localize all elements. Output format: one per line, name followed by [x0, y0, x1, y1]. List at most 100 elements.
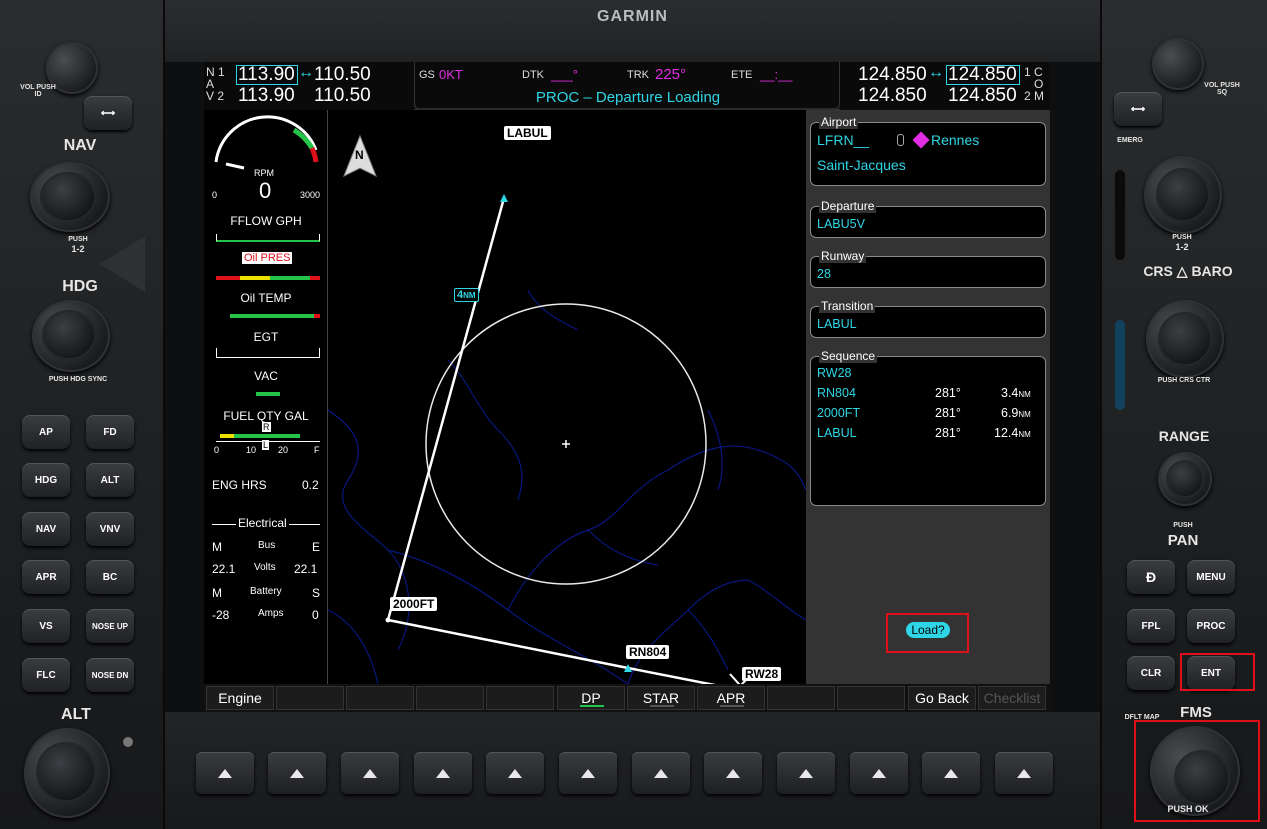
volts-m-value: 22.1 [212, 562, 236, 576]
softkey-checklist[interactable]: Checklist [978, 686, 1046, 710]
softkey-10[interactable] [837, 686, 905, 710]
hdg-knob[interactable] [32, 300, 110, 372]
alt-knob[interactable] [24, 728, 110, 818]
amps-m-value: -28 [212, 608, 230, 622]
transition-section[interactable]: Transition LABUL [810, 300, 1046, 338]
vac-label: VAC [254, 369, 278, 383]
softkey-dp[interactable]: DP [557, 686, 625, 710]
crs-baro-knob[interactable] [1146, 300, 1224, 378]
softkey-hw-9[interactable] [777, 752, 835, 794]
waypoint-rw28[interactable]: RW28 [742, 667, 782, 681]
north-indicator: N [342, 134, 378, 178]
com1-standby[interactable]: 124.850 [948, 64, 1017, 86]
com-swap-button[interactable]: ⟷ [1114, 92, 1162, 126]
fd-button[interactable]: FD [86, 415, 134, 449]
com2-standby[interactable]: 124.850 [948, 85, 1017, 107]
apr-button[interactable]: APR [22, 560, 70, 594]
nav-knob[interactable] [30, 162, 110, 232]
nose-up-button[interactable]: NOSE UP [86, 609, 134, 643]
softkey-hw-1[interactable] [196, 752, 254, 794]
sequence-section: Sequence RW28 RN804 281° 3.4NM 2000FT 28… [810, 350, 1046, 506]
softkey-hw-5[interactable] [486, 752, 544, 794]
bus-m-label: M [212, 540, 222, 554]
airport-section[interactable]: Airport LFRN__ Rennes Saint-Jacques [810, 116, 1046, 186]
ap-button[interactable]: AP [22, 415, 70, 449]
com2-active[interactable]: 124.850 [858, 85, 927, 107]
sequence-crs-3: 281° [935, 406, 961, 420]
rpm-max: 3000 [300, 190, 321, 200]
softkey-4[interactable] [416, 686, 484, 710]
menu-button[interactable]: MENU [1187, 560, 1235, 594]
runway-value[interactable]: 28 [817, 267, 831, 281]
fuel-tick-f: F [314, 445, 320, 455]
range-pan-knob[interactable] [1158, 452, 1212, 506]
nav2-standby[interactable]: 110.50 [314, 85, 371, 107]
softkey-apr-indicator [720, 705, 744, 707]
com1-active[interactable]: 124.850 [858, 64, 927, 86]
softkey-engine[interactable]: Engine [206, 686, 274, 710]
direct-to-button[interactable]: Ð [1127, 560, 1175, 594]
crs-baro-label: CRS △ BARO [1143, 263, 1233, 279]
nav-swap-button[interactable]: ⟷ [84, 96, 132, 130]
softkey-5[interactable] [486, 686, 554, 710]
proc-button[interactable]: PROC [1187, 609, 1235, 643]
softkey-hw-8[interactable] [704, 752, 762, 794]
departure-value[interactable]: LABU5V [817, 217, 865, 231]
softkey-hw-10[interactable] [850, 752, 908, 794]
garmin-logo: GARMIN [597, 8, 668, 25]
top-bezel: GARMIN [165, 0, 1100, 62]
vac-bar [216, 388, 320, 396]
vs-button[interactable]: VS [22, 609, 70, 643]
indicator-dot [123, 737, 133, 747]
waypoint-labul[interactable]: LABUL [504, 126, 551, 140]
nav1-standby[interactable]: 110.50 [314, 64, 371, 86]
flc-button[interactable]: FLC [22, 658, 70, 692]
softkey-hw-11[interactable] [922, 752, 980, 794]
softkey-3[interactable] [346, 686, 414, 710]
pan-label: PAN [1167, 532, 1199, 549]
fpl-button[interactable]: FPL [1127, 609, 1175, 643]
runway-section[interactable]: Runway 28 [810, 250, 1046, 288]
gs-label: GS [419, 69, 435, 81]
softkey-hw-6[interactable] [559, 752, 617, 794]
moving-map[interactable]: N LABUL 2000FT RN804 RW28 4NM [328, 110, 806, 684]
sequence-crs-2: 281° [935, 386, 961, 400]
softkey-go-back[interactable]: Go Back [908, 686, 976, 710]
bc-button[interactable]: BC [86, 560, 134, 594]
softkey-hw-7[interactable] [632, 752, 690, 794]
waypoint-rn804[interactable]: RN804 [626, 645, 670, 659]
softkey-9[interactable] [767, 686, 835, 710]
waypoint-2000ft[interactable]: 2000FT [390, 597, 438, 611]
ap-nav-button[interactable]: NAV [22, 512, 70, 546]
sequence-wpt-1: RW28 [817, 366, 852, 380]
clr-button[interactable]: CLR [1127, 656, 1175, 690]
right-slot-indicator [1115, 170, 1125, 260]
fflow-bar [216, 234, 320, 242]
softkey-hw-12[interactable] [995, 752, 1053, 794]
electrical-label: Electrical [236, 516, 289, 530]
softkey-2[interactable] [276, 686, 344, 710]
softkey-dp-label: DP [581, 690, 601, 706]
com-knob[interactable] [1144, 156, 1222, 234]
airport-ident[interactable]: LFRN__ [817, 132, 869, 148]
ap-alt-button[interactable]: ALT [86, 463, 134, 497]
softkey-hw-3[interactable] [341, 752, 399, 794]
nose-dn-button[interactable]: NOSE DN [86, 658, 134, 692]
vol-knob-right[interactable] [1152, 38, 1204, 90]
transition-value[interactable]: LABUL [817, 317, 857, 331]
fuel-tick-10: 10 [246, 445, 257, 455]
departure-section[interactable]: Departure LABU5V [810, 200, 1046, 238]
battery-label: Battery [250, 586, 282, 597]
runway-title: Runway [819, 249, 867, 263]
nav2-active[interactable]: 113.90 [238, 85, 295, 107]
nav1-active[interactable]: 113.90 [238, 64, 295, 86]
sequence-wpt-3: 2000FT [817, 406, 861, 420]
softkey-apr[interactable]: APR [697, 686, 765, 710]
softkey-hw-2[interactable] [268, 752, 326, 794]
softkey-star[interactable]: STAR [627, 686, 695, 710]
oil-temp-label: Oil TEMP [240, 291, 292, 305]
vnv-button[interactable]: VNV [86, 512, 134, 546]
ap-hdg-button[interactable]: HDG [22, 463, 70, 497]
battery-s-label: S [312, 586, 321, 600]
softkey-hw-4[interactable] [414, 752, 472, 794]
